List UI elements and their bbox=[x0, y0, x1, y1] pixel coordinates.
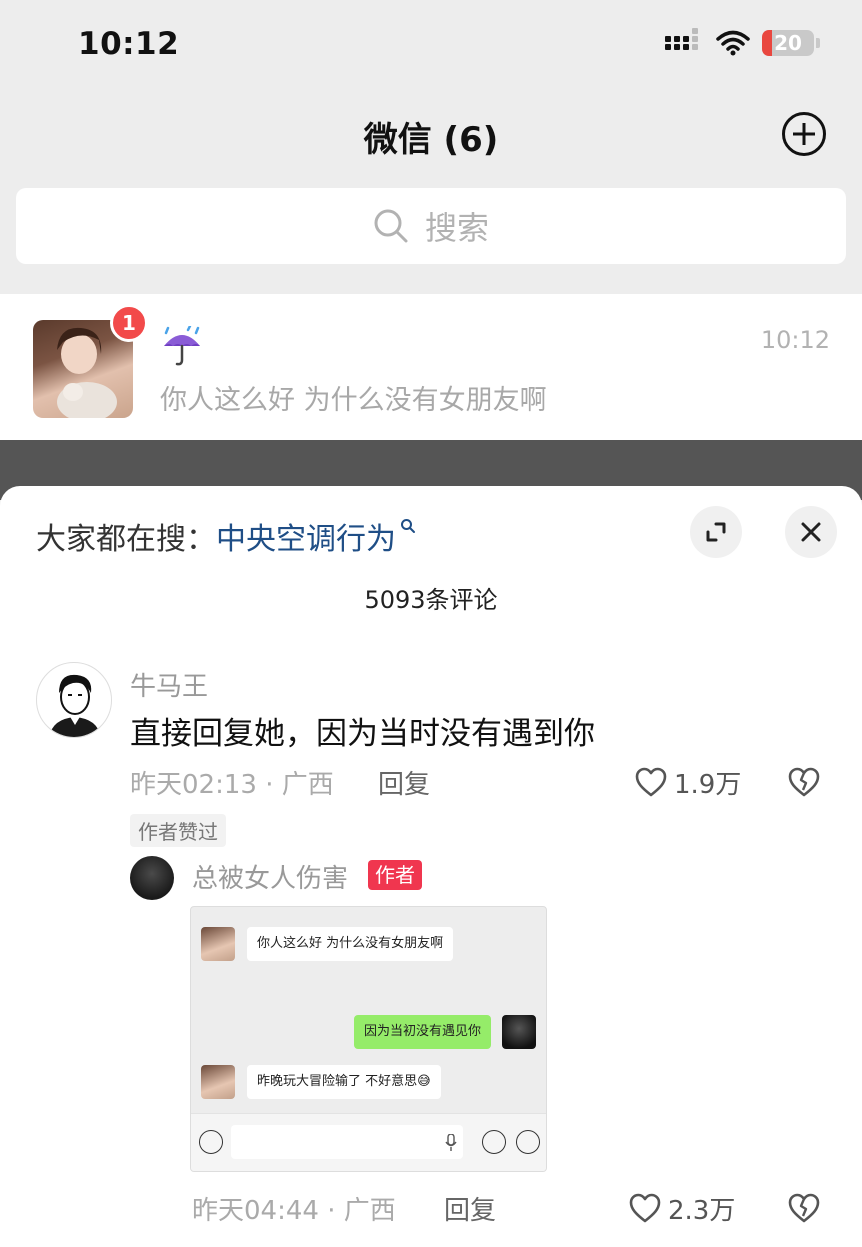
expand-icon bbox=[706, 522, 726, 542]
chat-bubble-incoming: 你人这么好 为什么没有女朋友啊 bbox=[247, 927, 454, 961]
chat-list-item[interactable]: 1 10:12 你人这么好 为什么没有女朋友啊 bbox=[0, 294, 862, 440]
reply-location: 广西 bbox=[343, 1196, 396, 1226]
comments-sheet: 大家都在搜：中央空调行为 5093条评论 牛马王 直接回复她，因为当时没有遇到你… bbox=[0, 486, 862, 1247]
reply-button[interactable]: 回复 bbox=[378, 764, 430, 801]
author-tag: 作者 bbox=[368, 860, 422, 890]
search-icon bbox=[401, 519, 415, 533]
search-icon bbox=[374, 209, 408, 243]
reply-image[interactable]: 你人这么好 为什么没有女朋友啊 因为当初没有遇见你 昨晚玩大冒险输了 不好意思😅 bbox=[190, 906, 547, 1172]
avatar[interactable] bbox=[36, 662, 112, 738]
battery-icon: 20 bbox=[762, 30, 814, 56]
reply-button[interactable]: 回复 bbox=[444, 1190, 496, 1227]
unread-badge: 1 bbox=[110, 304, 148, 342]
broken-heart-icon[interactable] bbox=[787, 1192, 821, 1224]
avatar bbox=[201, 927, 235, 961]
comment-username[interactable]: 牛马王 bbox=[130, 666, 208, 703]
cellular-signal-icon bbox=[665, 28, 701, 56]
plus-icon bbox=[516, 1130, 540, 1154]
heart-icon[interactable] bbox=[628, 1192, 662, 1224]
avatar bbox=[502, 1015, 536, 1049]
like-count: 2.3万 bbox=[668, 1196, 736, 1226]
microphone-icon bbox=[445, 1134, 457, 1151]
hot-search-prefix: 大家都在搜： bbox=[36, 522, 216, 557]
avatar bbox=[201, 1065, 235, 1099]
broken-heart-icon[interactable] bbox=[787, 766, 821, 798]
search-placeholder: 搜索 bbox=[424, 209, 489, 247]
chat-bubble-incoming: 昨晚玩大冒险输了 不好意思😅 bbox=[247, 1065, 441, 1099]
comment-text: 直接回复她，因为当时没有遇到你 bbox=[130, 716, 595, 752]
umbrella-with-rain-icon bbox=[164, 326, 200, 366]
expand-button[interactable] bbox=[690, 506, 742, 558]
comment-meta: 昨天02:13 · 广西 bbox=[130, 770, 334, 800]
avatar[interactable] bbox=[130, 856, 174, 900]
hot-search[interactable]: 大家都在搜：中央空调行为 bbox=[36, 514, 416, 558]
hot-search-term[interactable]: 中央空调行为 bbox=[216, 522, 396, 557]
chat-preview: 你人这么好 为什么没有女朋友啊 bbox=[160, 385, 547, 416]
reply-meta: 昨天04:44 · 广西 bbox=[192, 1196, 396, 1226]
heart-icon[interactable] bbox=[634, 766, 668, 798]
close-icon bbox=[801, 522, 821, 542]
comment-count: 5093条评论 bbox=[364, 586, 498, 614]
page-title: 微信 (6) bbox=[363, 120, 499, 160]
chat-bubble-outgoing: 因为当初没有遇见你 bbox=[353, 1015, 491, 1049]
message-input bbox=[231, 1125, 463, 1159]
status-time: 10:12 bbox=[78, 26, 180, 62]
author-liked-badge: 作者赞过 bbox=[130, 814, 226, 847]
search-bar[interactable]: 搜索 bbox=[16, 188, 846, 264]
chat-time: 10:12 bbox=[760, 326, 830, 354]
message-input-bar bbox=[191, 1113, 546, 1171]
status-bar: 10:12 20 bbox=[0, 0, 862, 90]
voice-icon bbox=[199, 1130, 223, 1154]
close-button[interactable] bbox=[785, 506, 837, 558]
battery-percentage: 20 bbox=[774, 31, 802, 55]
comment-time: 昨天02:13 bbox=[130, 770, 257, 800]
like-count: 1.9万 bbox=[674, 770, 742, 800]
emoji-icon bbox=[482, 1130, 506, 1154]
wifi-icon bbox=[716, 30, 750, 56]
comment-location: 广西 bbox=[281, 770, 334, 800]
battery-nub bbox=[816, 38, 820, 48]
reply-time: 昨天04:44 bbox=[192, 1196, 319, 1226]
add-button[interactable] bbox=[782, 112, 826, 156]
reply-username[interactable]: 总被女人伤害 bbox=[192, 858, 348, 895]
